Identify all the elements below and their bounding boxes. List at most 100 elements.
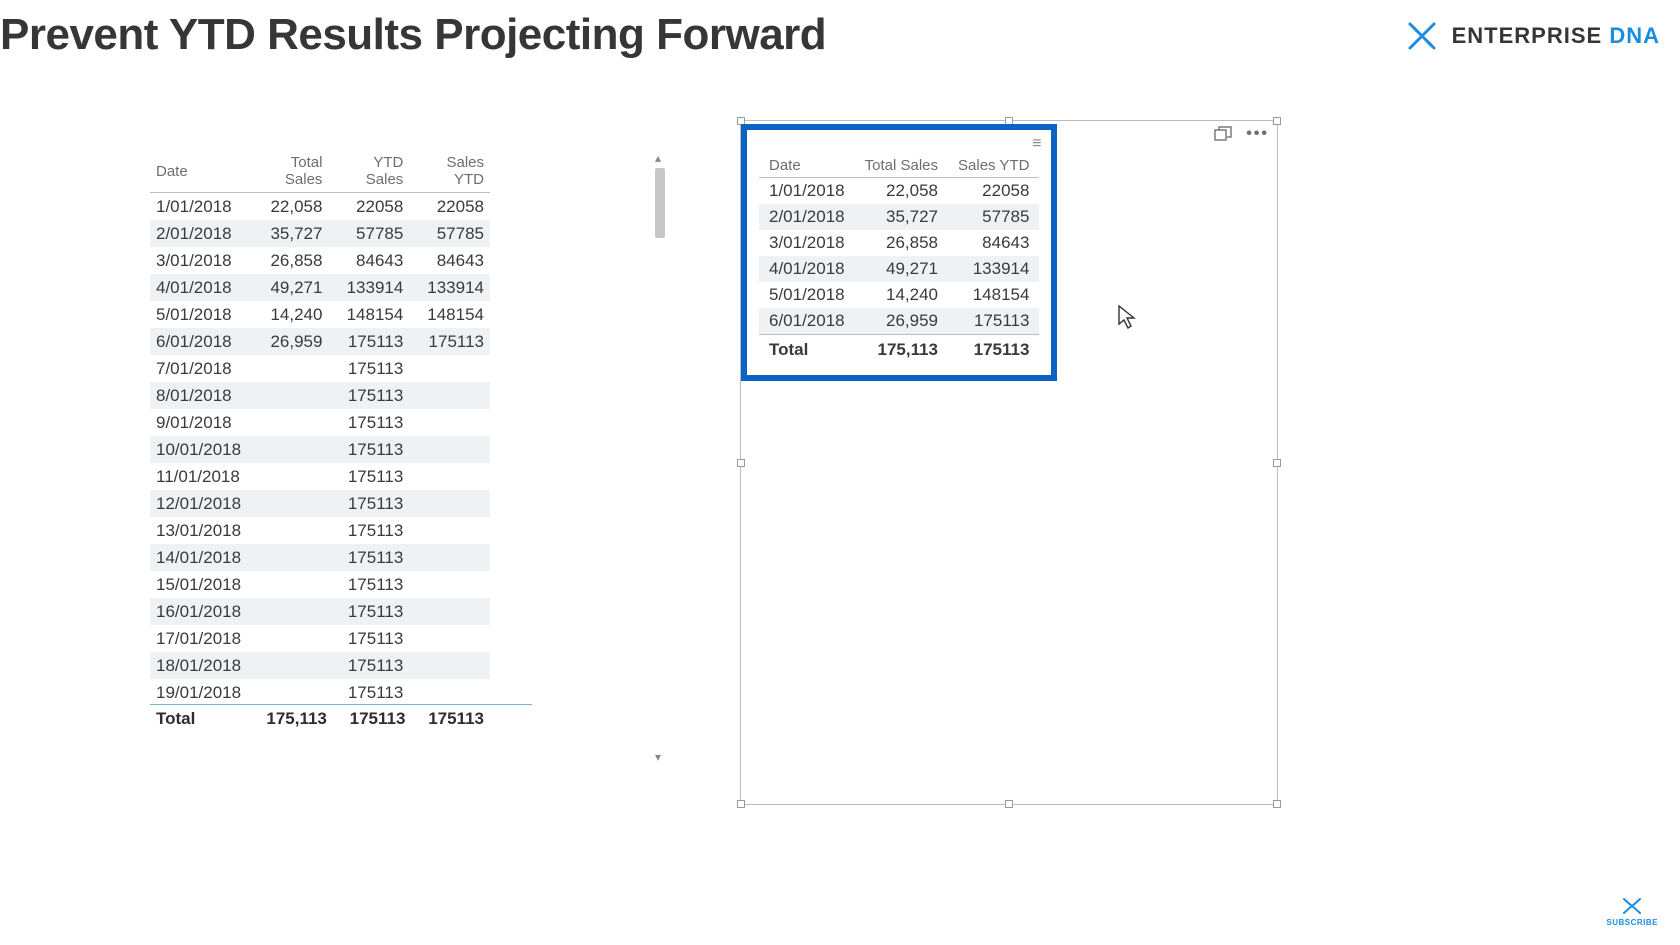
subscribe-label: SUBSCRIBE [1606, 918, 1658, 927]
table-row[interactable]: 5/01/201814,240148154148154 [150, 301, 490, 328]
cell-sales-ytd [409, 382, 490, 409]
col-header-ytd-sales[interactable]: YTD Sales [328, 150, 409, 193]
table-row[interactable]: 4/01/201849,271133914133914 [150, 274, 490, 301]
table-row[interactable]: 15/01/2018175113 [150, 571, 490, 598]
cell-ytd-sales: 175113 [328, 625, 409, 652]
cell-total-sales: 49,271 [247, 274, 328, 301]
table-row[interactable]: 2/01/201835,7275778557785 [150, 220, 490, 247]
brand-text-1: ENTERPRISE [1452, 23, 1610, 48]
scroll-up-icon[interactable]: ▴ [655, 152, 661, 164]
table-row[interactable]: 17/01/2018 175113 [150, 625, 490, 652]
resize-handle[interactable] [1273, 800, 1281, 808]
resize-handle[interactable] [1273, 459, 1281, 467]
table-row[interactable]: 5/01/201814,240148154 [759, 282, 1039, 308]
resize-handle[interactable] [737, 800, 745, 808]
table-row[interactable]: 6/01/201826,959175113 [759, 308, 1039, 335]
focus-mode-icon[interactable] [1214, 126, 1232, 142]
dna-icon [1404, 18, 1440, 54]
resize-handle[interactable] [1273, 117, 1281, 125]
total-total-sales: 175,113 [855, 335, 948, 364]
cell-sales-ytd [409, 625, 490, 652]
table-row[interactable]: 10/01/2018175113 [150, 436, 490, 463]
cell-sales-ytd [409, 355, 490, 382]
cell-sales-ytd [409, 598, 490, 625]
cell-total-sales [247, 355, 328, 382]
table-row[interactable]: 7/01/2018175113 [150, 355, 490, 382]
table-row[interactable]: 2/01/201835,72757785 [759, 204, 1039, 230]
cell-ytd-sales: 175113 [328, 355, 409, 382]
table-row[interactable]: 16/01/2018175113 [150, 598, 490, 625]
resize-handle[interactable] [737, 459, 745, 467]
cell-total-sales: 14,240 [247, 301, 328, 328]
cell-sales-ytd [409, 544, 490, 571]
cell-date: 2/01/2018 [150, 220, 247, 247]
table-row[interactable]: 12/01/2018175113 [150, 490, 490, 517]
cell-date: 10/01/2018 [150, 436, 247, 463]
cell-total-sales: 14,240 [855, 282, 948, 308]
cell-date: 5/01/2018 [759, 282, 855, 308]
table-row[interactable]: 11/01/2018175113 [150, 463, 490, 490]
table-row[interactable]: 4/01/201849,271133914 [759, 256, 1039, 282]
drag-handle-icon[interactable]: ≡ [1032, 136, 1041, 152]
cell-total-sales: 26,858 [855, 230, 948, 256]
cell-ytd-sales: 57785 [328, 220, 409, 247]
cell-total-sales [247, 598, 328, 625]
col-header-sales-ytd[interactable]: Sales YTD [409, 150, 490, 193]
cell-sales-ytd: 84643 [948, 230, 1039, 256]
table-visual-right[interactable]: ••• ≡ Date Total Sales Sales YTD 1/01/20… [740, 120, 1278, 805]
cell-ytd-sales: 175113 [328, 679, 409, 705]
cell-date: 8/01/2018 [150, 382, 247, 409]
table-row[interactable]: 6/01/201826,959175113175113 [150, 328, 490, 355]
cell-total-sales [247, 652, 328, 679]
cell-sales-ytd: 84643 [409, 247, 490, 274]
cell-total-sales [247, 382, 328, 409]
cell-sales-ytd: 57785 [948, 204, 1039, 230]
table-row[interactable]: 14/01/2018175113 [150, 544, 490, 571]
cell-ytd-sales: 175113 [328, 544, 409, 571]
scroll-thumb[interactable] [655, 168, 665, 238]
cell-total-sales: 22,058 [855, 178, 948, 205]
scrollbar-vertical[interactable]: ▴ ▾ [652, 150, 670, 765]
table-visual-left[interactable]: Date Total Sales YTD Sales Sales YTD 1/0… [150, 150, 670, 765]
cell-total-sales [247, 679, 328, 705]
cell-ytd-sales: 175113 [328, 382, 409, 409]
table-row[interactable]: 18/01/2018 175113 [150, 652, 490, 679]
cell-ytd-sales: 175113 [328, 652, 409, 679]
table-right: Date Total Sales Sales YTD 1/01/201822,0… [759, 154, 1039, 363]
visual-toolbar: ••• [1214, 125, 1269, 143]
col-header-date[interactable]: Date [150, 150, 247, 193]
table-row[interactable]: 1/01/201822,05822058 [759, 178, 1039, 205]
col-header-total-sales[interactable]: Total Sales [247, 150, 328, 193]
cell-total-sales: 49,271 [855, 256, 948, 282]
cell-date: 17/01/2018 [150, 625, 247, 652]
col-header-date[interactable]: Date [759, 154, 855, 178]
cell-total-sales: 22,058 [247, 193, 328, 221]
table-row[interactable]: 13/01/2018175113 [150, 517, 490, 544]
table-row[interactable]: 3/01/201826,8588464384643 [150, 247, 490, 274]
scroll-down-icon[interactable]: ▾ [655, 751, 661, 763]
more-options-icon[interactable]: ••• [1246, 125, 1269, 143]
cell-sales-ytd [409, 490, 490, 517]
cell-total-sales [247, 463, 328, 490]
col-header-sales-ytd[interactable]: Sales YTD [948, 154, 1039, 178]
resize-handle[interactable] [1005, 800, 1013, 808]
table-row[interactable]: 1/01/201822,0582205822058 [150, 193, 490, 221]
subscribe-badge[interactable]: SUBSCRIBE [1606, 895, 1658, 927]
table-row[interactable]: 19/01/2018 175113 [150, 679, 490, 705]
cell-date: 6/01/2018 [759, 308, 855, 335]
cell-total-sales [247, 409, 328, 436]
col-header-total-sales[interactable]: Total Sales [855, 154, 948, 178]
cell-date: 3/01/2018 [150, 247, 247, 274]
table-row[interactable]: 3/01/201826,85884643 [759, 230, 1039, 256]
cell-date: 3/01/2018 [759, 230, 855, 256]
cell-date: 19/01/2018 [150, 679, 247, 705]
table-right-total-row: Total175,113175113 [759, 335, 1039, 364]
total-sales-ytd: 175113 [405, 709, 484, 729]
table-row[interactable]: 8/01/2018 175113 [150, 382, 490, 409]
cell-total-sales: 26,959 [247, 328, 328, 355]
cell-ytd-sales: 84643 [328, 247, 409, 274]
cell-sales-ytd: 133914 [948, 256, 1039, 282]
cell-date: 18/01/2018 [150, 652, 247, 679]
cell-date: 4/01/2018 [150, 274, 247, 301]
table-row[interactable]: 9/01/2018175113 [150, 409, 490, 436]
